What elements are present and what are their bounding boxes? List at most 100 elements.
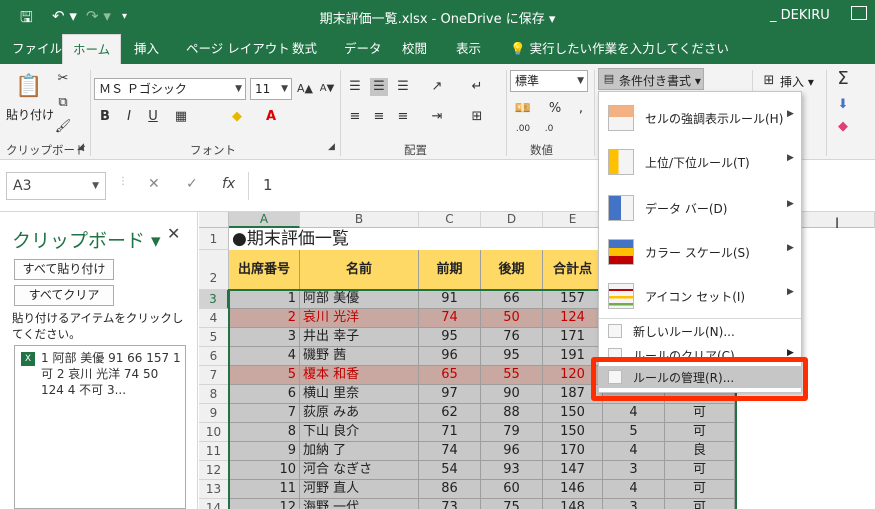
user-name[interactable]: _ DEKIRU	[770, 8, 830, 23]
cell-number[interactable]: 12	[229, 499, 300, 509]
font-size-select[interactable]: 11 ▼	[250, 78, 292, 100]
cancel-icon[interactable]: ✕	[148, 176, 160, 192]
cell-second[interactable]: 88	[481, 404, 543, 423]
decrease-font-icon[interactable]: A▼	[318, 80, 336, 98]
increase-decimal-icon[interactable]: .00	[514, 120, 532, 138]
row-header[interactable]: 9	[199, 404, 229, 423]
cell-rank[interactable]: 4	[603, 442, 665, 461]
cell-name[interactable]: 加納 了	[300, 442, 419, 461]
cell-total[interactable]: 147	[543, 461, 603, 480]
cell-first[interactable]: 65	[419, 366, 481, 385]
format-painter-icon[interactable]: 🖌	[54, 118, 72, 136]
paste-button[interactable]: 貼り付け	[6, 106, 54, 123]
font-name-select[interactable]: ＭＳ Ｐゴシック ▼	[94, 78, 246, 100]
tab-insert[interactable]: 挿入	[124, 34, 169, 64]
merge-center-icon[interactable]: ⊞	[468, 108, 486, 126]
cell-second[interactable]: 96	[481, 442, 543, 461]
insert-function-icon[interactable]: fx	[222, 176, 235, 192]
cell-name[interactable]: 河合 なぎさ	[300, 461, 419, 480]
cell-second[interactable]: 60	[481, 480, 543, 499]
cell-total[interactable]: 170	[543, 442, 603, 461]
cell-first[interactable]: 96	[419, 347, 481, 366]
copy-icon[interactable]: ⧉	[54, 94, 72, 112]
cell-total[interactable]: 124	[543, 309, 603, 328]
row-header[interactable]: 13	[199, 480, 229, 499]
cell-first[interactable]: 97	[419, 385, 481, 404]
sheet-title-cell[interactable]: ●期末評価一覧	[229, 228, 429, 250]
cell-first[interactable]: 86	[419, 480, 481, 499]
cell-second[interactable]: 90	[481, 385, 543, 404]
row-header[interactable]: 7	[199, 366, 229, 385]
cell-number[interactable]: 1	[229, 290, 300, 309]
cell-number[interactable]: 11	[229, 480, 300, 499]
autosum-icon[interactable]: Σ	[834, 70, 852, 88]
cell-second[interactable]: 95	[481, 347, 543, 366]
cell-name[interactable]: 榎本 和香	[300, 366, 419, 385]
row-header[interactable]: 5	[199, 328, 229, 347]
align-bottom-icon[interactable]: ☰	[394, 78, 412, 96]
cell-total[interactable]: 150	[543, 423, 603, 442]
cell-second[interactable]: 75	[481, 499, 543, 509]
header-cell-name[interactable]: 名前	[300, 250, 419, 290]
window-title[interactable]: 期末評価一覧.xlsx - OneDrive に保存 ▾	[0, 8, 875, 27]
cell-second[interactable]: 50	[481, 309, 543, 328]
cell-total[interactable]: 146	[543, 480, 603, 499]
row-header[interactable]: 3	[199, 290, 229, 309]
header-cell-second[interactable]: 後期	[481, 250, 543, 290]
font-launcher-icon[interactable]: ◢	[328, 142, 335, 152]
fill-color-icon[interactable]: ◆	[228, 108, 246, 126]
header-cell-number[interactable]: 出席番号	[229, 250, 300, 290]
paste-icon[interactable]: 📋	[14, 72, 44, 102]
cell-total[interactable]: 148	[543, 499, 603, 509]
cell-number[interactable]: 8	[229, 423, 300, 442]
currency-icon[interactable]: 💴	[514, 100, 532, 118]
align-top-icon[interactable]: ☰	[346, 78, 364, 96]
row-header[interactable]: 8	[199, 385, 229, 404]
cell-first[interactable]: 54	[419, 461, 481, 480]
cell-name[interactable]: 荻原 みあ	[300, 404, 419, 423]
row-header[interactable]: 14	[199, 499, 229, 509]
column-header-c[interactable]: C	[419, 212, 481, 228]
cell-total[interactable]: 150	[543, 404, 603, 423]
cell-second[interactable]: 76	[481, 328, 543, 347]
header-cell-first[interactable]: 前期	[419, 250, 481, 290]
row-header[interactable]: 12	[199, 461, 229, 480]
clipboard-pane-title[interactable]: クリップボード ▾	[12, 226, 161, 253]
align-left-icon[interactable]: ≡	[346, 108, 364, 126]
align-middle-icon[interactable]: ☰	[370, 78, 388, 96]
clipboard-launcher-icon[interactable]: ◢	[77, 142, 84, 152]
increase-font-icon[interactable]: A▲	[296, 80, 314, 98]
clear-all-button[interactable]: すべてクリア	[14, 285, 114, 306]
font-color-icon[interactable]: A	[262, 108, 280, 126]
cell-rank[interactable]: 4	[603, 404, 665, 423]
cell-number[interactable]: 2	[229, 309, 300, 328]
row-header[interactable]: 1	[199, 228, 229, 250]
row-header[interactable]: 10	[199, 423, 229, 442]
menu-item-top-bottom-rules[interactable]: 上位/下位ルール(T) ▶	[599, 140, 801, 184]
tab-data[interactable]: データ	[334, 34, 392, 64]
comma-style-icon[interactable]: ,	[572, 100, 590, 118]
cell-grade[interactable]: 可	[665, 404, 735, 423]
tab-home[interactable]: ホーム	[62, 34, 122, 64]
italic-button[interactable]: I	[120, 108, 138, 126]
column-header-e[interactable]: E	[543, 212, 603, 228]
number-format-select[interactable]: 標準 ▼	[510, 70, 588, 92]
bold-button[interactable]: B	[96, 108, 114, 126]
align-center-icon[interactable]: ≡	[370, 108, 388, 126]
cut-icon[interactable]: ✂	[54, 70, 72, 88]
menu-item-color-scales[interactable]: カラー スケール(S) ▶	[599, 230, 801, 274]
percent-icon[interactable]: %	[546, 100, 564, 118]
cell-second[interactable]: 55	[481, 366, 543, 385]
cell-first[interactable]: 74	[419, 442, 481, 461]
column-header-a[interactable]: A	[229, 212, 300, 228]
cell-grade[interactable]: 可	[665, 499, 735, 509]
underline-button[interactable]: U	[144, 108, 162, 126]
cell-number[interactable]: 5	[229, 366, 300, 385]
row-header[interactable]: 4	[199, 309, 229, 328]
cell-rank[interactable]: 5	[603, 423, 665, 442]
cell-number[interactable]: 7	[229, 404, 300, 423]
cell-first[interactable]: 95	[419, 328, 481, 347]
cell-first[interactable]: 71	[419, 423, 481, 442]
tab-view[interactable]: 表示	[446, 34, 491, 64]
decrease-decimal-icon[interactable]: .0	[540, 120, 558, 138]
